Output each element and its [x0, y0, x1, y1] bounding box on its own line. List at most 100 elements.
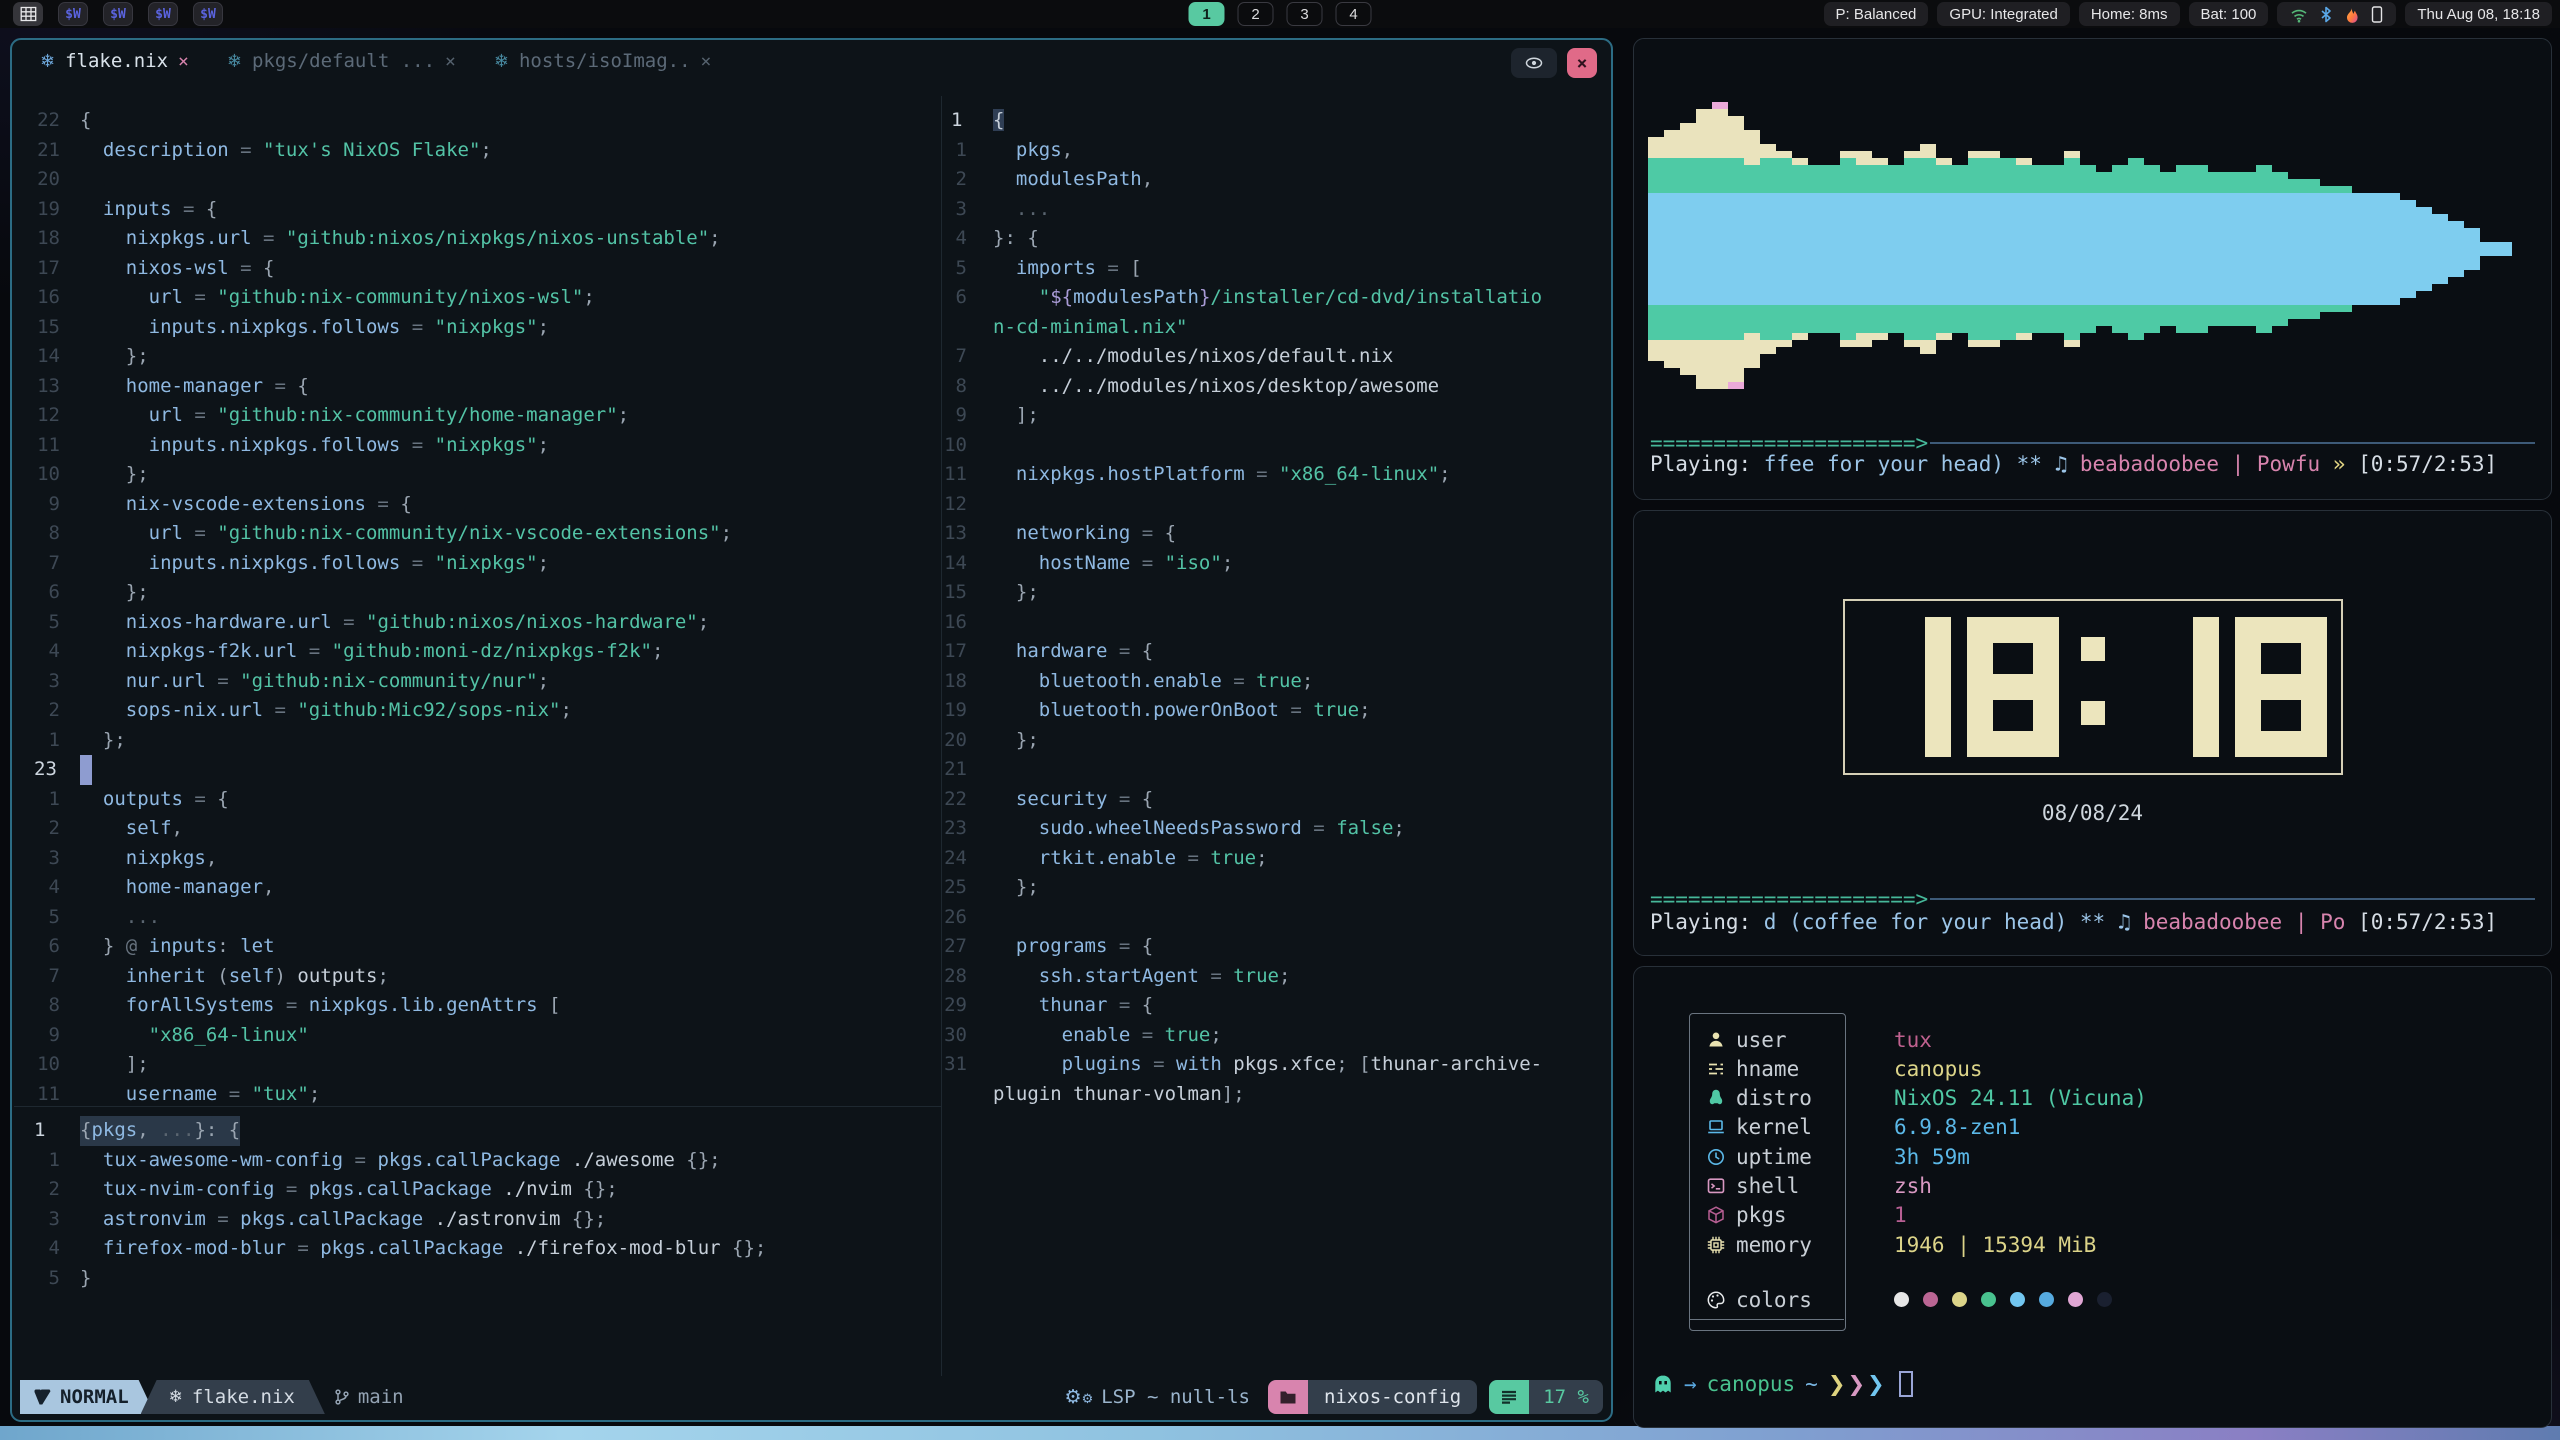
vertical-split[interactable] [941, 96, 942, 1376]
launcher-button[interactable] [13, 2, 43, 26]
code-line[interactable]: 13 networking = { [943, 519, 1613, 549]
code-line[interactable]: 22{ [12, 106, 940, 136]
code-line[interactable]: 29 thunar = { [943, 991, 1613, 1021]
code-line[interactable]: 3 nur.url = "github:nix-community/nur"; [12, 667, 940, 697]
toggle-button[interactable] [1511, 48, 1557, 78]
code-line[interactable]: 21 [943, 755, 1613, 785]
code-line[interactable]: 19 inputs = { [12, 195, 940, 225]
taskbar-item[interactable]: $W [148, 2, 178, 26]
code-line[interactable]: 23 [12, 755, 940, 785]
code-line[interactable]: 12 [943, 490, 1613, 520]
code-line[interactable]: 7 ../../modules/nixos/default.nix [943, 342, 1613, 372]
tab-close-icon[interactable]: × [178, 51, 189, 72]
code-line[interactable]: 19 bluetooth.powerOnBoot = true; [943, 696, 1613, 726]
code-line[interactable]: 4 nixpkgs-f2k.url = "github:moni-dz/nixp… [12, 637, 940, 667]
code-line[interactable]: 18 bluetooth.enable = true; [943, 667, 1613, 697]
code-line[interactable]: 4 home-manager, [12, 873, 940, 903]
tag-4[interactable]: 4 [1336, 2, 1372, 26]
code-line[interactable]: 17 nixos-wsl = { [12, 254, 940, 284]
code-line[interactable]: 2 modulesPath, [943, 165, 1613, 195]
code-line[interactable]: 15 }; [943, 578, 1613, 608]
clock-widget[interactable]: Thu Aug 08, 18:18 [2405, 2, 2552, 26]
code-line[interactable]: 4 firefox-mod-blur = pkgs.callPackage ./… [12, 1234, 940, 1264]
code-line[interactable]: 1 pkgs, [943, 136, 1613, 166]
code-line[interactable]: 7 inputs.nixpkgs.follows = "nixpkgs"; [12, 549, 940, 579]
code-line[interactable]: 1 tux-awesome-wm-config = pkgs.callPacka… [12, 1146, 940, 1176]
code-line[interactable]: 9 nix-vscode-extensions = { [12, 490, 940, 520]
code-line[interactable]: 14 hostName = "iso"; [943, 549, 1613, 579]
code-line[interactable]: 3 ... [943, 195, 1613, 225]
tab-close-icon[interactable]: × [445, 51, 456, 72]
code-line[interactable]: 31 plugins = with pkgs.xfce; [thunar-arc… [943, 1050, 1613, 1080]
code-line[interactable]: 22 security = { [943, 785, 1613, 815]
code-line[interactable]: 20 }; [943, 726, 1613, 756]
code-line[interactable]: plugin thunar-volman]; [943, 1080, 1613, 1110]
flame-icon[interactable] [2344, 6, 2360, 23]
code-line[interactable]: 26 [943, 903, 1613, 933]
code-line[interactable]: 16 url = "github:nix-community/nixos-wsl… [12, 283, 940, 313]
code-line[interactable]: 5 imports = [ [943, 254, 1613, 284]
code-line[interactable]: 11 inputs.nixpkgs.follows = "nixpkgs"; [12, 431, 940, 461]
code-line[interactable]: 10 ]; [12, 1050, 940, 1080]
taskbar-item[interactable]: $W [58, 2, 88, 26]
code-line[interactable]: 2 sops-nix.url = "github:Mic92/sops-nix"… [12, 696, 940, 726]
ping-widget[interactable]: Home: 8ms [2079, 2, 2180, 26]
bluetooth-icon[interactable] [2319, 6, 2333, 23]
code-line[interactable]: 8 url = "github:nix-community/nix-vscode… [12, 519, 940, 549]
code-line[interactable]: 2 tux-nvim-config = pkgs.callPackage ./n… [12, 1175, 940, 1205]
tag-1[interactable]: 1 [1189, 2, 1225, 26]
code-line[interactable]: 5 nixos-hardware.url = "github:nixos/nix… [12, 608, 940, 638]
code-line[interactable]: 20 [12, 165, 940, 195]
editor-pane-iso[interactable]: 1{1 pkgs,2 modulesPath,3 ...4}: {5 impor… [943, 106, 1613, 1109]
tab-pkgs/default ...[interactable]: ❄pkgs/default ...× [227, 50, 456, 72]
code-line[interactable]: 21 description = "tux's NixOS Flake"; [12, 136, 940, 166]
tab-hosts/isoImag..[interactable]: ❄hosts/isoImag..× [494, 50, 712, 72]
editor-pane-flake[interactable]: 22{21 description = "tux's NixOS Flake";… [12, 106, 940, 1109]
tab-flake.nix[interactable]: ❄flake.nix× [40, 50, 189, 72]
wifi-icon[interactable] [2290, 6, 2308, 23]
tag-3[interactable]: 3 [1287, 2, 1323, 26]
code-line[interactable]: 28 ssh.startAgent = true; [943, 962, 1613, 992]
phone-icon[interactable] [2371, 6, 2383, 23]
code-line[interactable]: 3 astronvim = pkgs.callPackage ./astronv… [12, 1205, 940, 1235]
code-line[interactable]: 27 programs = { [943, 932, 1613, 962]
tag-2[interactable]: 2 [1238, 2, 1274, 26]
code-line[interactable]: 6 }; [12, 578, 940, 608]
gpu-widget[interactable]: GPU: Integrated [1937, 2, 2069, 26]
shell-prompt[interactable]: → canopus ~ ❯❯❯ [1652, 1371, 1913, 1397]
code-line[interactable]: 5 ... [12, 903, 940, 933]
code-line[interactable]: 24 rtkit.enable = true; [943, 844, 1613, 874]
code-line[interactable]: 23 sudo.wheelNeedsPassword = false; [943, 814, 1613, 844]
code-line[interactable]: n-cd-minimal.nix" [943, 313, 1613, 343]
code-line[interactable]: 18 nixpkgs.url = "github:nixos/nixpkgs/n… [12, 224, 940, 254]
code-line[interactable]: 8 forAllSystems = nixpkgs.lib.genAttrs [ [12, 991, 940, 1021]
taskbar-item[interactable]: $W [193, 2, 223, 26]
code-line[interactable]: 9 ]; [943, 401, 1613, 431]
code-line[interactable]: 6 "${modulesPath}/installer/cd-dvd/insta… [943, 283, 1613, 313]
code-line[interactable]: 9 "x86_64-linux" [12, 1021, 940, 1051]
taskbar-item[interactable]: $W [103, 2, 133, 26]
code-line[interactable]: 4}: { [943, 224, 1613, 254]
code-line[interactable]: 15 inputs.nixpkgs.follows = "nixpkgs"; [12, 313, 940, 343]
code-line[interactable]: 25 }; [943, 873, 1613, 903]
code-line[interactable]: 1 outputs = { [12, 785, 940, 815]
code-line[interactable]: 11 username = "tux"; [12, 1080, 940, 1110]
power-profile-widget[interactable]: P: Balanced [1824, 2, 1929, 26]
code-line[interactable]: 5} [12, 1264, 940, 1294]
code-line[interactable]: 1{pkgs, ...}: { [12, 1116, 940, 1146]
code-line[interactable]: 30 enable = true; [943, 1021, 1613, 1051]
code-line[interactable]: 12 url = "github:nix-community/home-mana… [12, 401, 940, 431]
code-line[interactable]: 10 [943, 431, 1613, 461]
code-line[interactable]: 16 [943, 608, 1613, 638]
code-line[interactable]: 11 nixpkgs.hostPlatform = "x86_64-linux"… [943, 460, 1613, 490]
code-line[interactable]: 2 self, [12, 814, 940, 844]
code-line[interactable]: 17 hardware = { [943, 637, 1613, 667]
tab-close-icon[interactable]: × [701, 51, 712, 72]
code-line[interactable]: 3 nixpkgs, [12, 844, 940, 874]
code-line[interactable]: 1 }; [12, 726, 940, 756]
close-button[interactable]: × [1567, 48, 1597, 78]
code-line[interactable]: 6 } @ inputs: let [12, 932, 940, 962]
battery-widget[interactable]: Bat: 100 [2189, 2, 2269, 26]
code-line[interactable]: 13 home-manager = { [12, 372, 940, 402]
code-line[interactable]: 14 }; [12, 342, 940, 372]
